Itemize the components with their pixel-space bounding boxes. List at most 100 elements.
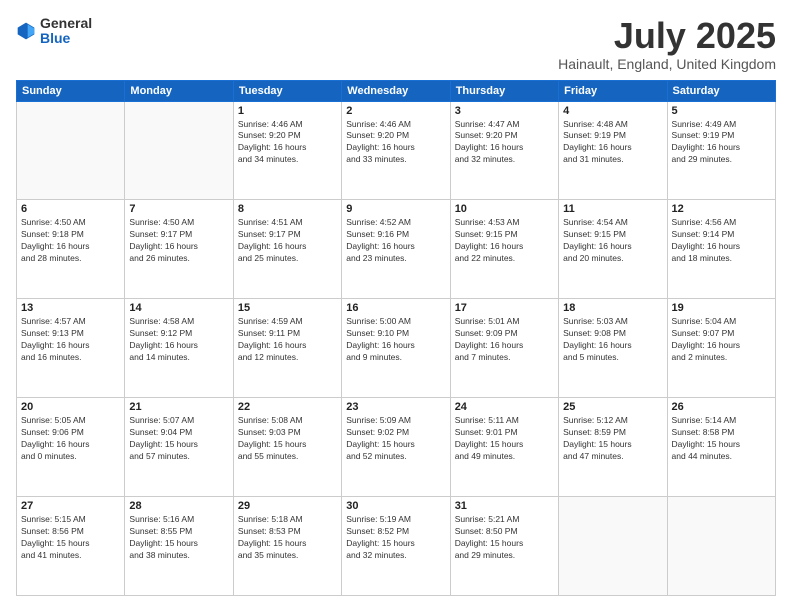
calendar-cell: 11 Sunrise: 4:54 AMSunset: 9:15 PMDayligh…: [559, 200, 667, 299]
header: General Blue July 2025 Hainault, England…: [16, 16, 776, 72]
day-info: Sunrise: 4:53 AMSunset: 9:15 PMDaylight:…: [455, 217, 554, 265]
col-monday: Monday: [125, 80, 233, 101]
calendar-cell: 19Sunrise: 5:04 AMSunset: 9:07 PMDayligh…: [667, 299, 775, 398]
day-number: 17: [455, 302, 554, 314]
day-info: Sunrise: 4:54 AMSunset: 9:15 PMDaylight:…: [563, 217, 662, 265]
day-info: Sunrise: 4:50 AMSunset: 9:17 PMDaylight:…: [129, 217, 228, 265]
calendar-cell: 24Sunrise: 5:11 AMSunset: 9:01 PMDayligh…: [450, 398, 558, 497]
day-number: 8: [238, 203, 337, 215]
day-number: 21: [129, 401, 228, 413]
day-number: 30: [346, 500, 445, 512]
calendar-cell: 3 Sunrise: 4:47 AMSunset: 9:20 PMDaylight…: [450, 101, 558, 200]
calendar-cell: 29 Sunrise: 5:18 AMSunset: 8:53 PMDayligh…: [233, 497, 341, 596]
calendar-cell: 7 Sunrise: 4:50 AMSunset: 9:17 PMDaylight…: [125, 200, 233, 299]
day-number: 3: [455, 105, 554, 117]
day-number: 11: [563, 203, 662, 215]
day-info: Sunrise: 5:03 AMSunset: 9:08 PMDaylight:…: [563, 316, 662, 364]
day-number: 13: [21, 302, 120, 314]
calendar-cell: 4Sunrise: 4:48 AMSunset: 9:19 PMDaylight…: [559, 101, 667, 200]
calendar-cell: 9 Sunrise: 4:52 AMSunset: 9:16 PMDaylight…: [342, 200, 450, 299]
day-info: Sunrise: 4:57 AMSunset: 9:13 PMDaylight:…: [21, 316, 120, 364]
day-number: 16: [346, 302, 445, 314]
day-info: Sunrise: 4:58 AMSunset: 9:12 PMDaylight:…: [129, 316, 228, 364]
calendar-cell: 21 Sunrise: 5:07 AMSunset: 9:04 PMDayligh…: [125, 398, 233, 497]
day-number: 6: [21, 203, 120, 215]
day-info: Sunrise: 5:21 AMSunset: 8:50 PMDaylight:…: [455, 514, 554, 562]
calendar-cell: [667, 497, 775, 596]
day-info: Sunrise: 5:16 AMSunset: 8:55 PMDaylight:…: [129, 514, 228, 562]
calendar-cell: 20Sunrise: 5:05 AMSunset: 9:06 PMDayligh…: [17, 398, 125, 497]
day-number: 12: [672, 203, 771, 215]
day-info: Sunrise: 4:50 AMSunset: 9:18 PMDaylight:…: [21, 217, 120, 265]
day-number: 29: [238, 500, 337, 512]
day-number: 19: [672, 302, 771, 314]
day-info: Sunrise: 5:15 AMSunset: 8:56 PMDaylight:…: [21, 514, 120, 562]
calendar-cell: 18 Sunrise: 5:03 AMSunset: 9:08 PMDayligh…: [559, 299, 667, 398]
calendar-cell: 6 Sunrise: 4:50 AMSunset: 9:18 PMDaylight…: [17, 200, 125, 299]
calendar-cell: 28 Sunrise: 5:16 AMSunset: 8:55 PMDayligh…: [125, 497, 233, 596]
calendar-week-row: 20Sunrise: 5:05 AMSunset: 9:06 PMDayligh…: [17, 398, 776, 497]
day-number: 9: [346, 203, 445, 215]
calendar-week-row: 6 Sunrise: 4:50 AMSunset: 9:18 PMDaylight…: [17, 200, 776, 299]
day-number: 7: [129, 203, 228, 215]
day-info: Sunrise: 4:46 AMSunset: 9:20 PMDaylight:…: [238, 119, 337, 167]
col-friday: Friday: [559, 80, 667, 101]
calendar-cell: 5 Sunrise: 4:49 AMSunset: 9:19 PMDaylight…: [667, 101, 775, 200]
calendar-table: Sunday Monday Tuesday Wednesday Thursday…: [16, 80, 776, 596]
calendar-header-row: Sunday Monday Tuesday Wednesday Thursday…: [17, 80, 776, 101]
title-location: Hainault, England, United Kingdom: [558, 56, 776, 72]
day-info: Sunrise: 4:47 AMSunset: 9:20 PMDaylight:…: [455, 119, 554, 167]
day-number: 18: [563, 302, 662, 314]
title-block: July 2025 Hainault, England, United King…: [558, 16, 776, 72]
day-number: 2: [346, 105, 445, 117]
calendar-cell: 17 Sunrise: 5:01 AMSunset: 9:09 PMDayligh…: [450, 299, 558, 398]
day-info: Sunrise: 5:01 AMSunset: 9:09 PMDaylight:…: [455, 316, 554, 364]
calendar-cell: 27 Sunrise: 5:15 AMSunset: 8:56 PMDayligh…: [17, 497, 125, 596]
col-saturday: Saturday: [667, 80, 775, 101]
day-info: Sunrise: 4:46 AMSunset: 9:20 PMDaylight:…: [346, 119, 445, 167]
col-tuesday: Tuesday: [233, 80, 341, 101]
day-info: Sunrise: 5:14 AMSunset: 8:58 PMDaylight:…: [672, 415, 771, 463]
calendar-cell: 23Sunrise: 5:09 AMSunset: 9:02 PMDayligh…: [342, 398, 450, 497]
calendar-cell: 2 Sunrise: 4:46 AMSunset: 9:20 PMDaylight…: [342, 101, 450, 200]
logo-text: General Blue: [40, 16, 92, 47]
day-number: 15: [238, 302, 337, 314]
day-number: 24: [455, 401, 554, 413]
day-info: Sunrise: 4:52 AMSunset: 9:16 PMDaylight:…: [346, 217, 445, 265]
calendar-cell: 26Sunrise: 5:14 AMSunset: 8:58 PMDayligh…: [667, 398, 775, 497]
logo: General Blue: [16, 16, 92, 47]
day-info: Sunrise: 5:07 AMSunset: 9:04 PMDaylight:…: [129, 415, 228, 463]
col-wednesday: Wednesday: [342, 80, 450, 101]
day-number: 22: [238, 401, 337, 413]
day-info: Sunrise: 4:49 AMSunset: 9:19 PMDaylight:…: [672, 119, 771, 167]
day-info: Sunrise: 5:18 AMSunset: 8:53 PMDaylight:…: [238, 514, 337, 562]
day-info: Sunrise: 5:05 AMSunset: 9:06 PMDaylight:…: [21, 415, 120, 463]
calendar-week-row: 13 Sunrise: 4:57 AMSunset: 9:13 PMDayligh…: [17, 299, 776, 398]
day-number: 28: [129, 500, 228, 512]
day-number: 25: [563, 401, 662, 413]
calendar-cell: 14Sunrise: 4:58 AMSunset: 9:12 PMDayligh…: [125, 299, 233, 398]
calendar-cell: 13 Sunrise: 4:57 AMSunset: 9:13 PMDayligh…: [17, 299, 125, 398]
day-number: 27: [21, 500, 120, 512]
day-info: Sunrise: 5:08 AMSunset: 9:03 PMDaylight:…: [238, 415, 337, 463]
calendar-cell: 15 Sunrise: 4:59 AMSunset: 9:11 PMDayligh…: [233, 299, 341, 398]
calendar-cell: 30Sunrise: 5:19 AMSunset: 8:52 PMDayligh…: [342, 497, 450, 596]
day-number: 1: [238, 105, 337, 117]
calendar-cell: [17, 101, 125, 200]
page: General Blue July 2025 Hainault, England…: [0, 0, 792, 612]
calendar-cell: 12 Sunrise: 4:56 AMSunset: 9:14 PMDayligh…: [667, 200, 775, 299]
calendar-cell: [559, 497, 667, 596]
day-info: Sunrise: 5:12 AMSunset: 8:59 PMDaylight:…: [563, 415, 662, 463]
col-thursday: Thursday: [450, 80, 558, 101]
logo-icon: [16, 21, 36, 41]
day-info: Sunrise: 4:59 AMSunset: 9:11 PMDaylight:…: [238, 316, 337, 364]
calendar-week-row: 1 Sunrise: 4:46 AMSunset: 9:20 PMDaylight…: [17, 101, 776, 200]
day-number: 5: [672, 105, 771, 117]
day-number: 23: [346, 401, 445, 413]
calendar-cell: [125, 101, 233, 200]
day-info: Sunrise: 4:56 AMSunset: 9:14 PMDaylight:…: [672, 217, 771, 265]
title-month: July 2025: [558, 16, 776, 56]
calendar-cell: 31Sunrise: 5:21 AMSunset: 8:50 PMDayligh…: [450, 497, 558, 596]
day-info: Sunrise: 5:00 AMSunset: 9:10 PMDaylight:…: [346, 316, 445, 364]
day-info: Sunrise: 4:48 AMSunset: 9:19 PMDaylight:…: [563, 119, 662, 167]
